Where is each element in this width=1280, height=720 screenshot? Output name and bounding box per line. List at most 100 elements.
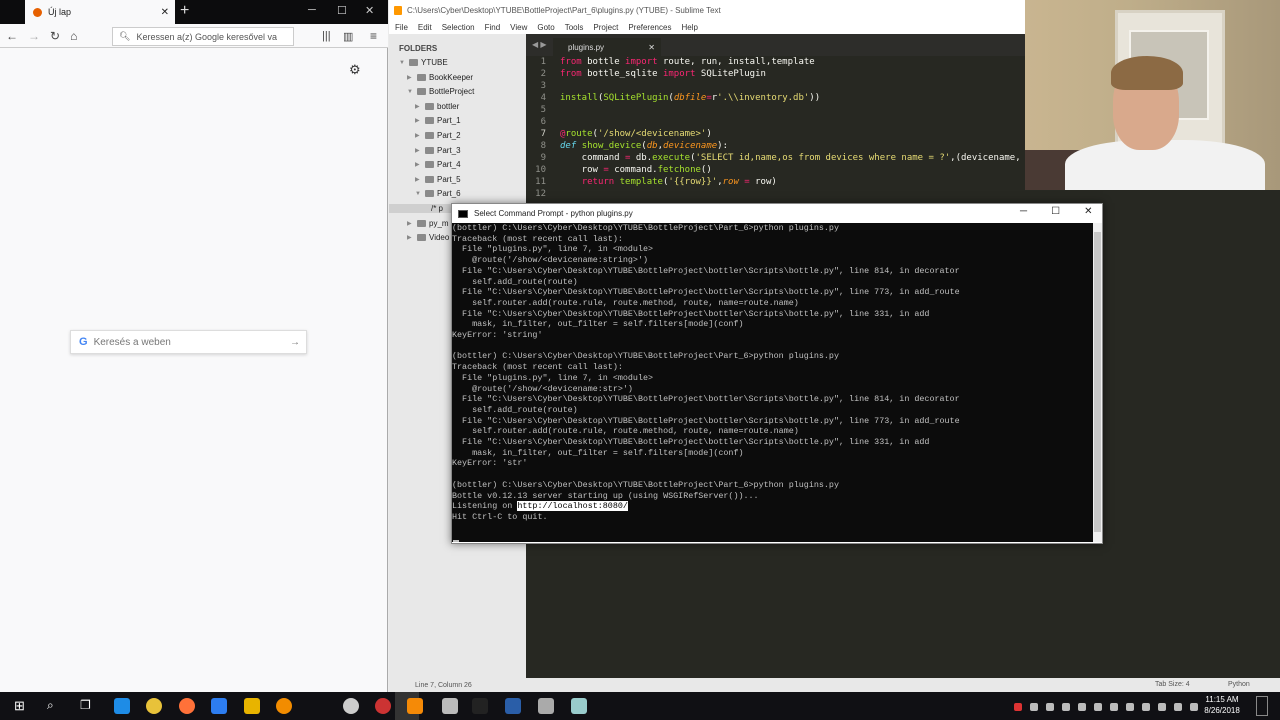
sidebar-item-label: BookKeeper <box>429 72 474 82</box>
chevron-right-icon[interactable]: ▶ <box>415 176 422 183</box>
sidebar-item-bookkeeper[interactable]: ▶ BookKeeper <box>407 73 473 82</box>
tray-icon-2[interactable] <box>1046 703 1054 711</box>
sidebar-item-ytube[interactable]: ▼ YTUBE <box>399 58 448 67</box>
sidebar-item-part-3[interactable]: ▶ Part_3 <box>415 146 461 155</box>
sidebar-item-video[interactable]: ▶ Video <box>407 233 449 242</box>
menu-item-edit[interactable]: Edit <box>418 23 432 32</box>
sidebar-item-part-6[interactable]: ▼ Part_6 <box>415 189 461 198</box>
status-syntax[interactable]: Python <box>1228 681 1250 688</box>
network-icon[interactable] <box>1142 703 1150 711</box>
chevron-down-icon[interactable]: ▼ <box>407 89 414 95</box>
sidebar-icon[interactable]: ▥ <box>343 30 353 43</box>
terminal-icon[interactable] <box>472 698 488 714</box>
volume-icon[interactable] <box>1126 703 1134 711</box>
chevron-right-icon[interactable]: ▶ <box>407 234 414 241</box>
virtual-machine-icon[interactable] <box>571 698 587 714</box>
database-icon[interactable] <box>538 698 554 714</box>
close-window-icon[interactable]: ✕ <box>365 4 374 17</box>
close-tab-icon[interactable]: ✕ <box>161 7 169 18</box>
keyboard-icon[interactable] <box>1174 703 1182 711</box>
sidebar-item-part-2[interactable]: ▶ Part_2 <box>415 131 461 140</box>
home-icon[interactable]: ⌂ <box>70 29 77 43</box>
url-bar[interactable]: 🔍︎ Keressen a(z) Google keresővel va <box>112 27 294 46</box>
menu-item-selection[interactable]: Selection <box>442 23 475 32</box>
sidebar-item-py-m[interactable]: ▶ py_m <box>407 219 449 228</box>
chevron-down-icon[interactable]: ▼ <box>415 191 422 197</box>
sidebar-item-part-1[interactable]: ▶ Part_1 <box>415 116 461 125</box>
reload-icon[interactable]: ↻ <box>50 29 60 43</box>
cmd-output-text: mask, in_filter, out_filter = self.filte… <box>452 319 744 330</box>
gear-icon[interactable]: ⚙ <box>349 62 361 78</box>
sublime-icon[interactable] <box>407 698 423 714</box>
tray-icon-1[interactable] <box>1030 703 1038 711</box>
tray-icon-3[interactable] <box>1062 703 1070 711</box>
language-icon[interactable] <box>1190 703 1198 711</box>
vlc-icon[interactable] <box>276 698 292 714</box>
firefox-icon[interactable] <box>179 698 195 714</box>
powershell-icon[interactable] <box>505 698 521 714</box>
tray-icon-4[interactable] <box>1078 703 1086 711</box>
cmd-scrollbar-thumb[interactable] <box>1094 232 1101 532</box>
web-search-box[interactable]: G Keresés a weben → <box>70 330 307 354</box>
files-icon[interactable] <box>244 698 260 714</box>
chevron-right-icon[interactable]: ▶ <box>415 132 422 139</box>
minimize-icon[interactable]: ─ <box>308 4 316 16</box>
sidebar-item-bottler[interactable]: ▶ bottler <box>415 102 459 111</box>
battery-icon[interactable] <box>1158 703 1166 711</box>
search-icon[interactable]: ⌕ <box>47 698 63 714</box>
github-icon[interactable] <box>343 698 359 714</box>
sublime-title-bar: C:\Users\Cyber\Desktop\YTUBE\BottleProje… <box>389 0 1025 20</box>
close-icon[interactable]: ✕ <box>1084 206 1092 217</box>
menu-item-goto[interactable]: Goto <box>537 23 554 32</box>
task-view-icon[interactable]: ❐ <box>80 698 96 714</box>
chevron-right-icon[interactable]: ▶ <box>415 103 422 110</box>
menu-item-find[interactable]: Find <box>485 23 501 32</box>
code-line-9: command = db.execute('SELECT id,name,os … <box>560 153 1021 163</box>
inkscape-icon[interactable] <box>442 698 458 714</box>
menu-item-preferences[interactable]: Preferences <box>628 23 671 32</box>
record-icon[interactable] <box>1014 703 1022 711</box>
menu-item-project[interactable]: Project <box>593 23 618 32</box>
minimize-icon[interactable]: ─ <box>1020 206 1027 217</box>
clock[interactable]: 11:15 AM 8/26/2018 <box>1202 694 1242 716</box>
chrome-icon[interactable] <box>146 698 162 714</box>
cmd-output-text: File "C:\Users\Cyber\Desktop\YTUBE\Bottl… <box>452 415 960 426</box>
cloud-icon[interactable] <box>1110 703 1118 711</box>
maximize-icon[interactable]: ☐ <box>1051 206 1060 217</box>
cmd-output-line: File "C:\Users\Cyber\Desktop\YTUBE\Bottl… <box>452 416 960 427</box>
notifications-icon[interactable] <box>1256 696 1268 716</box>
chevron-right-icon[interactable]: ▶ <box>407 74 414 81</box>
obs-icon[interactable] <box>375 698 391 714</box>
library-icon[interactable]: ||| <box>322 30 331 42</box>
menu-item-file[interactable]: File <box>395 23 408 32</box>
arrow-right-icon[interactable]: → <box>290 337 300 348</box>
windows-start-icon[interactable]: ⊞ <box>14 698 30 714</box>
chevron-right-icon[interactable]: ▶ <box>415 161 422 168</box>
chevron-right-icon[interactable]: ▶ <box>415 147 422 154</box>
folder-icon <box>425 146 434 154</box>
tab-nav-arrows-icon[interactable]: ◀ ▶ <box>532 40 547 49</box>
back-icon[interactable]: ← <box>6 29 18 43</box>
chevron-right-icon[interactable]: ▶ <box>407 220 414 227</box>
tray-icon-5[interactable] <box>1094 703 1102 711</box>
close-tab-icon[interactable]: ✕ <box>648 43 655 52</box>
status-tab-size[interactable]: Tab Size: 4 <box>1155 681 1190 688</box>
new-tab-icon[interactable]: + <box>180 2 189 20</box>
store-icon[interactable] <box>211 698 227 714</box>
sidebar-item-part-4[interactable]: ▶ Part_4 <box>415 160 461 169</box>
edge-icon[interactable] <box>114 698 130 714</box>
forward-icon[interactable]: → <box>28 29 40 43</box>
menu-item-tools[interactable]: Tools <box>565 23 584 32</box>
firefox-tab[interactable]: Új lap ✕ <box>25 0 175 24</box>
folder-icon <box>425 190 434 198</box>
maximize-icon[interactable]: ☐ <box>337 4 347 17</box>
sidebar-item-part-5[interactable]: ▶ Part_5 <box>415 175 461 184</box>
editor-tab[interactable]: plugins.py ✕ <box>553 38 661 56</box>
menu-icon[interactable]: ≡ <box>370 29 377 43</box>
selected-url[interactable]: http://localhost:8080/ <box>517 501 628 512</box>
chevron-down-icon[interactable]: ▼ <box>399 60 406 66</box>
menu-item-view[interactable]: View <box>510 23 527 32</box>
sidebar-item-bottleproject[interactable]: ▼ BottleProject <box>407 87 474 96</box>
menu-item-help[interactable]: Help <box>681 23 697 32</box>
chevron-right-icon[interactable]: ▶ <box>415 117 422 124</box>
